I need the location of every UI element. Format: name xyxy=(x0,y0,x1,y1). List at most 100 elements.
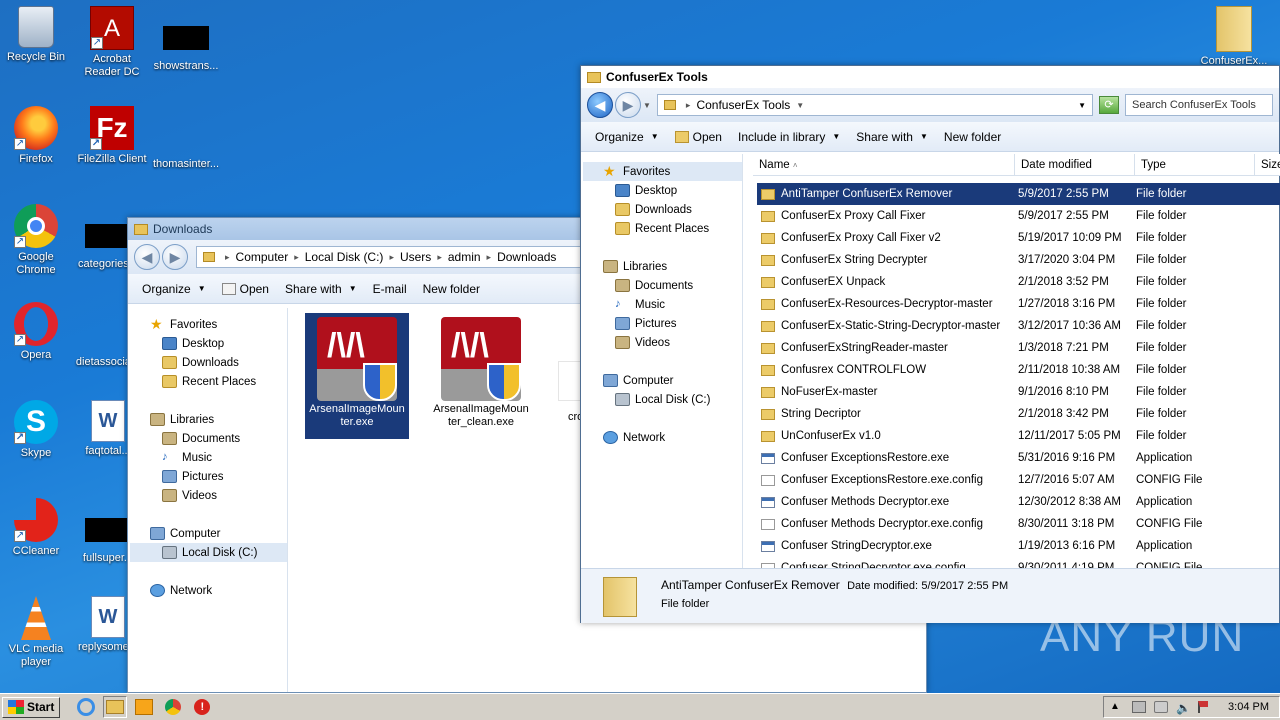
nav-favorites[interactable]: ★ Favorites xyxy=(583,162,742,181)
file-row[interactable]: String Decriptor 2/1/2018 3:42 PM File fol… xyxy=(757,403,1280,425)
volume-icon[interactable]: 🔈 xyxy=(1176,701,1191,715)
nav-desktop[interactable]: Desktop xyxy=(130,334,287,353)
start-button[interactable]: Start xyxy=(2,696,61,718)
chrome-taskbar-icon[interactable] xyxy=(161,696,185,718)
file-row[interactable]: ConfuserEx Proxy Call Fixer 5/9/2017 2:55… xyxy=(757,205,1280,227)
desktop-icon-showstrans[interactable]: showstrans... xyxy=(148,16,224,73)
breadcrumb-admin[interactable]: admin xyxy=(448,250,481,264)
nav-videos[interactable]: Videos xyxy=(130,486,287,505)
nav-local-disk[interactable]: Local Disk (C:) xyxy=(130,543,287,562)
file-row[interactable]: ConfuserEx-Resources-Decryptor-master 1/2… xyxy=(757,293,1280,315)
file-item-arsenal[interactable]: /\/\ ArsenalImageMoun ter.exe xyxy=(305,313,409,439)
clock[interactable]: 3:04 PM xyxy=(1228,701,1269,713)
desktop-icon-skype[interactable]: S ↗ Skype xyxy=(0,400,74,460)
nav-network[interactable]: Network xyxy=(583,428,742,447)
include-in-library-button[interactable]: Include in library ▼ xyxy=(730,130,848,144)
nav-recent-places[interactable]: Recent Places xyxy=(130,372,287,391)
new-folder-button[interactable]: New folder xyxy=(415,282,488,296)
file-name: ConfuserEx-Static-String-Decryptor-maste… xyxy=(781,320,1001,332)
email-button[interactable]: E-mail xyxy=(365,282,415,296)
file-row[interactable]: Confuser Methods Decryptor.exe.config 8/3… xyxy=(757,513,1280,535)
address-dropdown-icon[interactable]: ▼ xyxy=(1078,101,1086,110)
forward-button[interactable]: ▶ xyxy=(615,92,641,118)
nav-local-disk[interactable]: Local Disk (C:) xyxy=(583,390,742,409)
file-row[interactable]: AntiTamper ConfuserEx Remover 5/9/2017 2:… xyxy=(757,183,1280,205)
nav-pictures[interactable]: Pictures xyxy=(130,467,287,486)
breadcrumb-local-disk[interactable]: Local Disk (C:) xyxy=(305,250,384,264)
organize-button[interactable]: Organize ▼ xyxy=(587,130,667,144)
search-input[interactable]: Search ConfuserEx Tools xyxy=(1125,94,1273,116)
organize-button[interactable]: Organize ▼ xyxy=(134,282,214,296)
share-with-button[interactable]: Share with ▼ xyxy=(848,130,936,144)
desktop-icon-thomasinter[interactable]: thomasinter... xyxy=(148,114,224,171)
breadcrumb-downloads[interactable]: Downloads xyxy=(497,250,556,264)
nav-music[interactable]: ♪ Music xyxy=(583,295,742,314)
desktop-icon-ccleaner[interactable]: ↗ CCleaner xyxy=(0,498,74,558)
desktop-icon-vlc[interactable]: VLC media player xyxy=(0,596,74,669)
nav-libraries[interactable]: Libraries xyxy=(130,410,287,429)
desktop-icon-firefox[interactable]: ↗ Firefox xyxy=(0,106,74,166)
refresh-button[interactable]: ⟳ xyxy=(1099,96,1119,114)
nav-desktop[interactable]: Desktop xyxy=(583,181,742,200)
column-type[interactable]: Type xyxy=(1135,154,1255,175)
breadcrumb-computer[interactable]: Computer xyxy=(236,250,289,264)
tray-expand-icon[interactable]: ▲ xyxy=(1110,701,1124,713)
breadcrumb-confuserex-tools[interactable]: ConfuserEx Tools xyxy=(696,98,790,112)
desktop-icon-recycle-bin[interactable]: Recycle Bin xyxy=(0,6,74,64)
nav-network[interactable]: Network xyxy=(130,581,287,600)
desktop-icon-confuserex-folder[interactable]: ConfuserEx... xyxy=(1196,6,1272,68)
file-row[interactable]: Confuser ExceptionsRestore.exe.config 12/… xyxy=(757,469,1280,491)
forward-button[interactable]: ▶ xyxy=(162,244,188,270)
stop-icon[interactable]: ! xyxy=(190,696,214,718)
file-row[interactable]: NoFuserEx-master 9/1/2016 8:10 PM File fol… xyxy=(757,381,1280,403)
share-with-button[interactable]: Share with ▼ xyxy=(277,282,365,296)
file-row[interactable]: Confuser Methods Decryptor.exe 12/30/2012… xyxy=(757,491,1280,513)
file-row[interactable]: UnConfuserEx v1.0 12/11/2017 5:05 PM File … xyxy=(757,425,1280,447)
nav-computer[interactable]: Computer xyxy=(583,371,742,390)
media-player-icon[interactable] xyxy=(132,696,156,718)
file-row[interactable]: Confuser ExceptionsRestore.exe 5/31/2016 … xyxy=(757,447,1280,469)
file-item-arsenal-clean[interactable]: /\/\ ArsenalImageMoun ter_clean.exe xyxy=(429,313,533,439)
file-row[interactable]: ConfuserEx Proxy Call Fixer v2 5/19/2017 … xyxy=(757,227,1280,249)
desktop-icon-acrobat[interactable]: A ↗ Acrobat Reader DC xyxy=(74,6,150,79)
desktop-icon-opera[interactable]: ↗ Opera xyxy=(0,302,74,362)
new-folder-button[interactable]: New folder xyxy=(936,130,1009,144)
nav-music[interactable]: ♪ Music xyxy=(130,448,287,467)
desktop-icon-chrome[interactable]: ↗ Google Chrome xyxy=(0,204,74,277)
column-name[interactable]: Name ˄ xyxy=(753,154,1015,175)
column-size[interactable]: Size xyxy=(1255,154,1280,175)
nav-pictures[interactable]: Pictures xyxy=(583,314,742,333)
column-date-modified[interactable]: Date modified xyxy=(1015,154,1135,175)
nav-documents[interactable]: Documents xyxy=(583,276,742,295)
file-row[interactable]: ConfuserEx-Static-String-Decryptor-maste… xyxy=(757,315,1280,337)
back-button[interactable]: ◀ xyxy=(134,244,160,270)
file-row[interactable]: Confuser StringDecryptor.exe.config 9/30/… xyxy=(757,557,1280,568)
nav-favorites[interactable]: ★ Favorites xyxy=(130,315,287,334)
desktop-icon-filezilla[interactable]: Fz ↗ FileZilla Client xyxy=(74,106,150,166)
nav-downloads[interactable]: Downloads xyxy=(583,200,742,219)
nav-downloads[interactable]: Downloads xyxy=(130,353,287,372)
nav-libraries[interactable]: Libraries xyxy=(583,257,742,276)
address-bar[interactable]: ▸ ConfuserEx Tools ▼ ▼ xyxy=(656,94,1093,116)
file-row[interactable]: ConfuserEx String Decrypter 3/17/2020 3:0… xyxy=(757,249,1280,271)
confuserex-window[interactable]: ConfuserEx Tools ◀ ▶ ▼ ▸ ConfuserEx Tools… xyxy=(580,65,1280,623)
nav-videos[interactable]: Videos xyxy=(583,333,742,352)
nav-documents[interactable]: Documents xyxy=(130,429,287,448)
open-button[interactable]: Open xyxy=(667,130,730,144)
breadcrumb-users[interactable]: Users xyxy=(400,250,431,264)
explorer-taskbar-icon[interactable] xyxy=(103,696,128,718)
file-row[interactable]: Confuser StringDecryptor.exe 1/19/2013 6:… xyxy=(757,535,1280,557)
file-row[interactable]: Confusrex CONTROLFLOW 2/11/2018 10:38 AM F… xyxy=(757,359,1280,381)
open-button[interactable]: Open xyxy=(214,282,277,296)
file-row[interactable]: ConfuserEX Unpack 2/1/2018 3:52 PM File fo… xyxy=(757,271,1280,293)
recent-pages-chevron-icon[interactable]: ▼ xyxy=(643,101,651,110)
ie-icon[interactable] xyxy=(74,696,98,718)
action-center-icon[interactable] xyxy=(1132,701,1147,713)
nav-computer[interactable]: Computer xyxy=(130,524,287,543)
confuserex-titlebar[interactable]: ConfuserEx Tools xyxy=(581,66,1279,88)
flag-icon[interactable] xyxy=(1198,701,1209,713)
file-row[interactable]: ConfuserExStringReader-master 1/3/2018 7:… xyxy=(757,337,1280,359)
back-button[interactable]: ◀ xyxy=(587,92,613,118)
nav-recent-places[interactable]: Recent Places xyxy=(583,219,742,238)
network-tray-icon[interactable] xyxy=(1154,701,1169,713)
